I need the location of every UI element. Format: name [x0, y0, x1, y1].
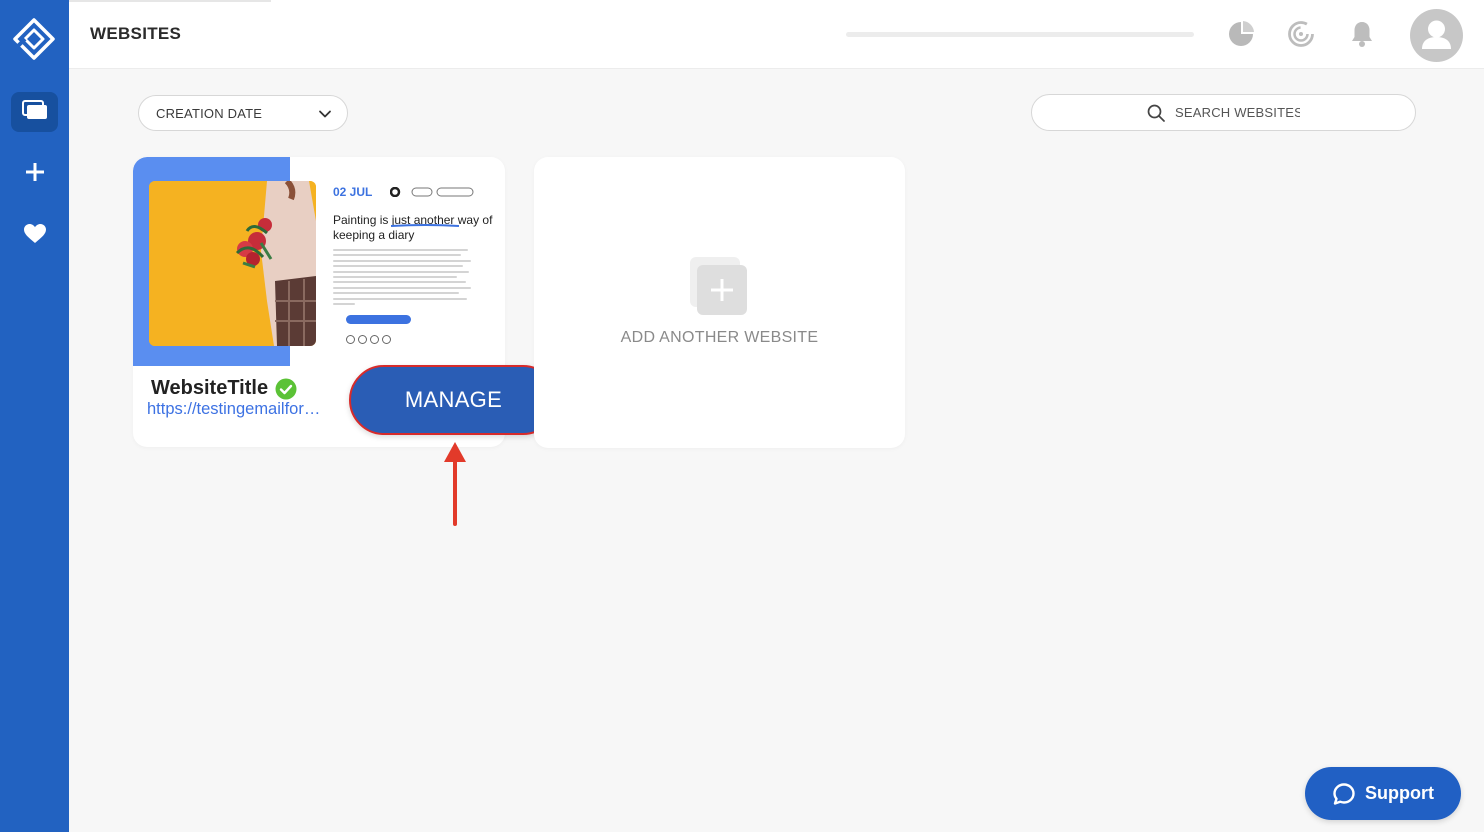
preview-social-icons: [346, 335, 391, 344]
bell-icon[interactable]: [1347, 19, 1377, 49]
thumbnail-image: [149, 181, 316, 346]
website-url-link[interactable]: https://testingemailfor…: [147, 400, 340, 419]
sort-dropdown-label: CREATION DATE: [156, 105, 263, 121]
page-title: WEBSITES: [90, 24, 182, 43]
search-input[interactable]: [1175, 105, 1300, 120]
support-label: Support: [1365, 783, 1434, 803]
website-title: WebsiteTitle: [151, 377, 297, 400]
speed-gauge-icon[interactable]: [1286, 19, 1316, 49]
website-thumbnail[interactable]: 02 JUL Painting is just another way of k…: [133, 157, 505, 367]
support-button[interactable]: Support: [1305, 767, 1461, 820]
manage-button[interactable]: MANAGE: [349, 365, 558, 435]
plus-icon: [25, 162, 45, 187]
search-icon: [1147, 104, 1165, 122]
diamond-logo-icon[interactable]: [13, 18, 55, 60]
search-websites-box[interactable]: [1031, 94, 1416, 131]
add-website-card[interactable]: ADD ANOTHER WEBSITE: [534, 157, 905, 448]
chat-bubble-icon: [1332, 782, 1356, 806]
sort-dropdown[interactable]: CREATION DATE: [138, 95, 348, 131]
heart-icon: [23, 223, 47, 249]
top-header: WEBSITES: [69, 0, 1484, 69]
preview-tags: [390, 187, 474, 197]
preview-underline: [391, 224, 460, 227]
chevron-down-icon: [318, 107, 332, 126]
preview-headline: Painting is just another way of keeping …: [333, 213, 493, 242]
annotation-arrow-icon: [444, 442, 466, 526]
sidebar: [0, 0, 69, 832]
websites-icon: [21, 99, 48, 125]
preview-body-text: [333, 249, 473, 308]
verified-check-icon: [275, 378, 297, 400]
header-accent-line: [69, 0, 271, 2]
user-avatar-icon[interactable]: [1410, 9, 1463, 62]
header-progress-bar: [846, 32, 1194, 37]
website-title-text: WebsiteTitle: [151, 377, 269, 399]
sidebar-item-add-website[interactable]: [11, 154, 58, 194]
sidebar-item-websites[interactable]: [11, 92, 58, 132]
sidebar-item-favorites[interactable]: [11, 216, 58, 256]
preview-continue-button: [346, 315, 411, 324]
add-website-label: ADD ANOTHER WEBSITE: [620, 329, 819, 346]
analytics-pie-icon[interactable]: [1226, 19, 1256, 49]
preview-date: 02 JUL: [333, 185, 373, 199]
add-website-icon: [690, 257, 750, 317]
